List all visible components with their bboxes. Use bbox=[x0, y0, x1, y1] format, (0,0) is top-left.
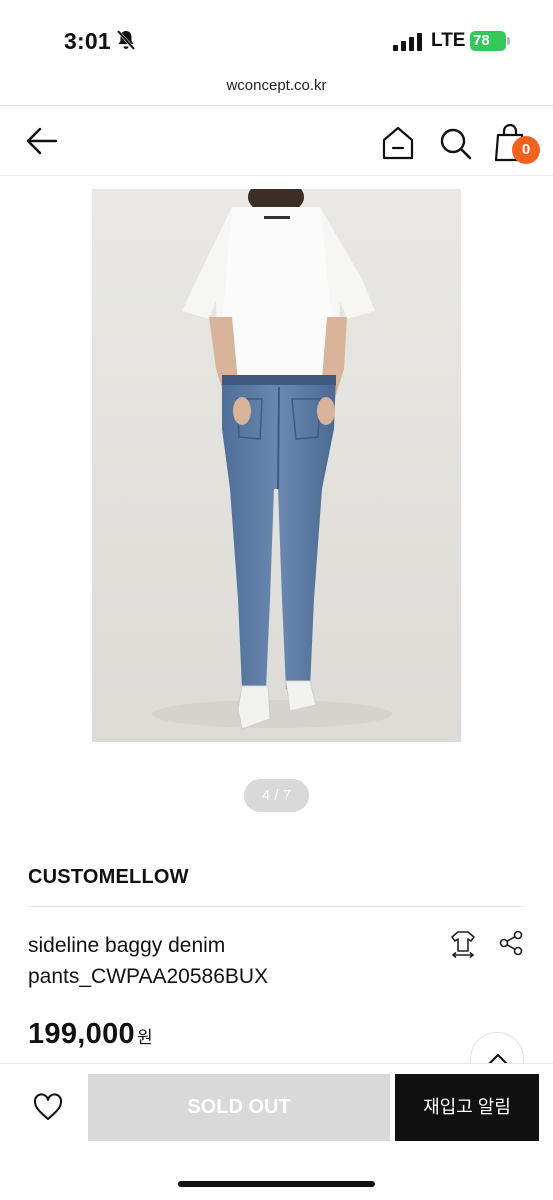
bell-muted-icon bbox=[116, 30, 136, 50]
back-arrow-icon[interactable] bbox=[22, 124, 62, 158]
search-icon[interactable] bbox=[436, 124, 474, 162]
battery-icon: 78 bbox=[470, 31, 510, 51]
product-image[interactable] bbox=[92, 189, 461, 742]
status-bar: 3:01 LTE 78 bbox=[0, 0, 553, 72]
cellular-signal-icon bbox=[393, 33, 422, 51]
sold-out-button[interactable]: SOLD OUT bbox=[88, 1074, 390, 1141]
status-time: 3:01 bbox=[64, 28, 111, 54]
divider bbox=[28, 906, 525, 907]
price-value: 199,000 bbox=[28, 1018, 135, 1050]
size-guide-icon[interactable] bbox=[450, 930, 476, 958]
restock-alert-button[interactable]: 재입고 알림 bbox=[395, 1074, 539, 1141]
price: 199,000 원 bbox=[28, 1018, 153, 1051]
heart-icon[interactable] bbox=[30, 1091, 66, 1123]
price-currency: 원 bbox=[136, 1028, 153, 1047]
product-title: sideline baggy denim pants_CWPAA20586BUX bbox=[28, 934, 269, 988]
browser-url-bar[interactable]: wconcept.co.kr bbox=[0, 72, 553, 106]
app-header bbox=[0, 106, 553, 176]
product-photo bbox=[92, 189, 461, 742]
brand-name[interactable]: CUSTOMELLOW bbox=[28, 866, 189, 889]
home-icon[interactable] bbox=[379, 124, 417, 162]
network-label: LTE bbox=[431, 30, 466, 51]
share-icon[interactable] bbox=[498, 930, 524, 956]
cart-count-badge[interactable]: 0 bbox=[512, 136, 540, 164]
battery-level: 78 bbox=[473, 32, 490, 49]
url-text: wconcept.co.kr bbox=[226, 77, 327, 94]
home-indicator bbox=[178, 1181, 375, 1187]
image-counter: 4 / 7 bbox=[244, 779, 309, 812]
